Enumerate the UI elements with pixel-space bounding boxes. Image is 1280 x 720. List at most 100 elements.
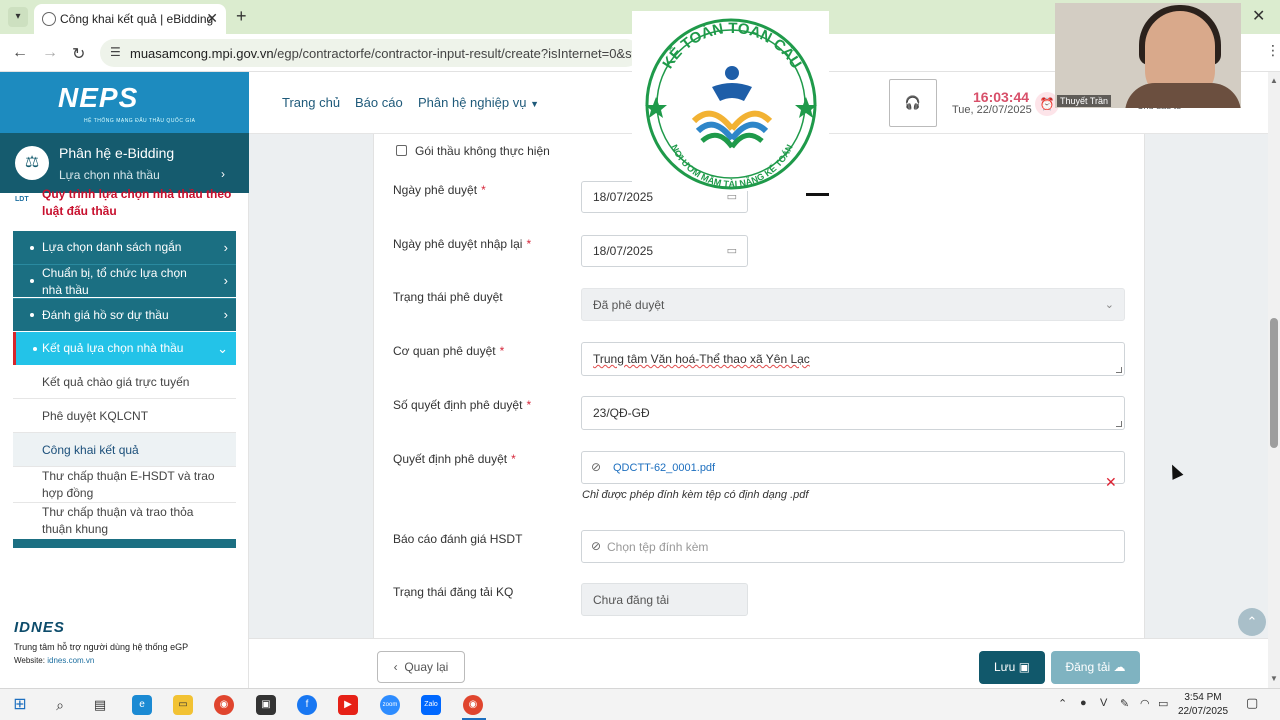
- evaluation-report-upload[interactable]: ⊘ Chọn tệp đính kèm: [581, 530, 1125, 563]
- reenter-date-input[interactable]: 18/07/2025 ▭: [581, 235, 748, 267]
- module-selector[interactable]: ⚖ Phân hệ e-Bidding Lựa chọn nhà thầu ›: [0, 133, 249, 193]
- not-executed-checkbox-row[interactable]: Gói thầu không thực hiện: [396, 144, 550, 158]
- scrollbar-thumb[interactable]: [1270, 318, 1278, 448]
- sidebar: NEPS HỆ THỐNG MẠNG ĐẤU THẦU QUỐC GIA ⚖ P…: [0, 72, 249, 688]
- page-scrollbar[interactable]: ▲ ▼: [1268, 72, 1280, 688]
- publish-button[interactable]: Đăng tải ☁: [1051, 651, 1140, 684]
- chrome-icon[interactable]: ◉: [214, 695, 234, 715]
- zalo-icon[interactable]: Zalo: [421, 695, 441, 715]
- task-view-icon[interactable]: ▤: [90, 695, 110, 715]
- scroll-up-arrow[interactable]: ▲: [1270, 76, 1278, 85]
- nav-reports[interactable]: Báo cáo: [355, 95, 403, 110]
- approval-status-select[interactable]: Đã phê duyệt ⌄: [581, 288, 1125, 321]
- sidebar-item-evaluation[interactable]: Đánh giá hồ sơ dự thầu ›: [13, 298, 236, 331]
- required-mark: *: [499, 344, 505, 358]
- resize-handle[interactable]: [1116, 367, 1122, 373]
- required-mark: *: [481, 183, 486, 197]
- pen-icon[interactable]: ✎: [1120, 697, 1129, 710]
- taskbar-clock[interactable]: 3:54 PM 22/07/2025: [1178, 691, 1228, 719]
- sidebar-subitem-acceptance-letter[interactable]: Thư chấp thuận E-HSDT và trao hợp đồng: [13, 467, 236, 503]
- chevron-left-icon: ‹: [393, 660, 398, 674]
- wifi-icon[interactable]: ◠: [1140, 697, 1150, 710]
- main-content: Gói thầu không thực hiện Ngày phê duyệt *…: [249, 134, 1280, 638]
- sidebar-subitem-approve[interactable]: Phê duyệt KQLCNT: [13, 399, 236, 433]
- remove-file-icon[interactable]: ✕: [1105, 474, 1117, 491]
- file-format-hint: Chỉ được phép đính kèm tệp có định dạng …: [582, 489, 809, 501]
- presenter-name: Thuyết Trần: [1057, 95, 1112, 107]
- browser-menu-icon[interactable]: ⋮: [1266, 42, 1280, 59]
- required-mark: *: [511, 452, 516, 466]
- sidebar-subitem-framework[interactable]: Thư chấp thuận và trao thỏa thuận khung: [13, 503, 236, 539]
- reload-icon[interactable]: ↻: [72, 44, 85, 64]
- logo-emblem-icon: KẾ TOÁN TOÀN CẦU NƠI ƯƠM MẦM TÀI NĂNG KẾ…: [645, 18, 817, 190]
- back-button[interactable]: ‹ Quay lại: [377, 651, 465, 683]
- sidebar-item-results[interactable]: Kết quả lựa chọn nhà thầu ⌄: [13, 332, 236, 365]
- decision-file-link[interactable]: QDCTT-62_0001.pdf: [613, 460, 715, 476]
- globe-icon: [42, 12, 56, 26]
- sidebar-item-prepare[interactable]: Chuẩn bị, tổ chức lựa chọn nhà thầu ›: [13, 264, 236, 297]
- file-explorer-icon[interactable]: ▭: [173, 695, 193, 715]
- scroll-down-arrow[interactable]: ▼: [1270, 674, 1278, 683]
- decision-number-label: Số quyết định phê duyệt *: [393, 398, 532, 412]
- support-website-link[interactable]: idnes.com.vn: [47, 656, 94, 665]
- url-input[interactable]: ☰ muasamcong.mpi.gov.vn/egp/contractorfe…: [100, 39, 640, 67]
- facebook-icon[interactable]: f: [297, 695, 317, 715]
- calendar-icon[interactable]: ▭: [727, 244, 737, 257]
- new-tab-icon[interactable]: +: [236, 6, 247, 27]
- reenter-date-label: Ngày phê duyệt nhập lại *: [393, 237, 532, 251]
- not-executed-label: Gói thầu không thực hiện: [415, 144, 550, 158]
- support-headset-button[interactable]: 🎧: [889, 79, 937, 127]
- clock-date: Tue, 22/07/2025: [952, 104, 1032, 116]
- chevron-up-icon[interactable]: ⌃: [1058, 697, 1067, 710]
- windows-start-icon[interactable]: ⊞: [10, 695, 30, 715]
- approval-date-label: Ngày phê duyệt *: [393, 183, 486, 197]
- not-executed-checkbox[interactable]: [396, 145, 407, 156]
- scroll-to-top-button[interactable]: ⌃: [1238, 608, 1266, 636]
- vpn-icon[interactable]: V: [1100, 697, 1107, 709]
- microphone-icon[interactable]: ●: [1080, 697, 1087, 709]
- decision-number-input[interactable]: 23/QĐ-GĐ: [581, 396, 1125, 430]
- site-info-icon[interactable]: ☰: [110, 45, 121, 59]
- decision-file-upload[interactable]: ⊘ QDCTT-62_0001.pdf: [581, 451, 1125, 484]
- chevron-right-icon: ›: [223, 273, 228, 288]
- close-tab-icon[interactable]: ✕: [206, 10, 218, 27]
- required-mark: *: [526, 237, 532, 251]
- nav-home[interactable]: Trang chủ: [282, 95, 340, 110]
- sidebar-process-title[interactable]: Quy trình lựa chọn nhà thầu theo luật đấ…: [42, 186, 232, 220]
- chrome-active-icon[interactable]: ◉: [463, 695, 483, 715]
- headset-icon: 🎧: [904, 95, 922, 110]
- gavel-icon: ⚖: [15, 146, 49, 180]
- sidebar-subitem-online-price[interactable]: Kết quả chào giá trực tuyến: [13, 365, 236, 399]
- result-form: Gói thầu không thực hiện Ngày phê duyệt *…: [373, 134, 1145, 638]
- chevron-up-icon: ⌃: [1246, 614, 1258, 629]
- resize-handle[interactable]: [1116, 421, 1122, 427]
- zoom-icon[interactable]: zoom: [380, 695, 400, 715]
- youtube-icon[interactable]: ▶: [338, 695, 358, 715]
- taskbar-date: 22/07/2025: [1178, 706, 1229, 717]
- sidebar-item-shortlist[interactable]: Lựa chọn danh sách ngắn ›: [13, 231, 236, 264]
- paperclip-icon: ⊘: [591, 459, 602, 474]
- clock-time: 16:03:44: [973, 89, 1030, 105]
- save-button[interactable]: Lưu ▣: [979, 651, 1045, 684]
- browser-tab[interactable]: Công khai kết quả | eBidding ✕: [34, 4, 226, 34]
- brand-banner[interactable]: NEPS HỆ THỐNG MẠNG ĐẤU THẦU QUỐC GIA: [0, 72, 249, 133]
- webcam-overlay: Thuyết Trần: [1055, 3, 1241, 108]
- tab-search-button[interactable]: ▾: [8, 7, 28, 27]
- url-host: muasamcong.mpi.gov.vn: [130, 46, 274, 61]
- store-icon[interactable]: ▣: [256, 695, 276, 715]
- back-arrow-icon[interactable]: ←: [12, 44, 28, 62]
- nav-modules[interactable]: Phân hệ nghiệp vụ ▼: [418, 95, 539, 110]
- forward-arrow-icon[interactable]: →: [42, 44, 58, 62]
- decision-file-label: Quyết định phê duyệt *: [393, 452, 516, 466]
- search-icon[interactable]: ⌕: [50, 695, 70, 715]
- calendar-icon[interactable]: ▭: [727, 190, 737, 203]
- approval-status-label: Trạng thái phê duyệt: [393, 290, 503, 304]
- battery-icon[interactable]: ▭: [1158, 697, 1168, 710]
- publish-status-field: Chưa đăng tải: [581, 583, 748, 616]
- notification-icon[interactable]: ▢: [1246, 695, 1258, 711]
- edge-icon[interactable]: e: [132, 695, 152, 715]
- sidebar-subitem-publish-results[interactable]: Công khai kết quả: [13, 433, 236, 467]
- ldt-icon: LDT: [15, 196, 29, 203]
- approval-agency-input[interactable]: Trung tâm Văn hoá-Thể thao xã Yên Lạc: [581, 342, 1125, 376]
- window-close-icon[interactable]: ✕: [1252, 6, 1265, 26]
